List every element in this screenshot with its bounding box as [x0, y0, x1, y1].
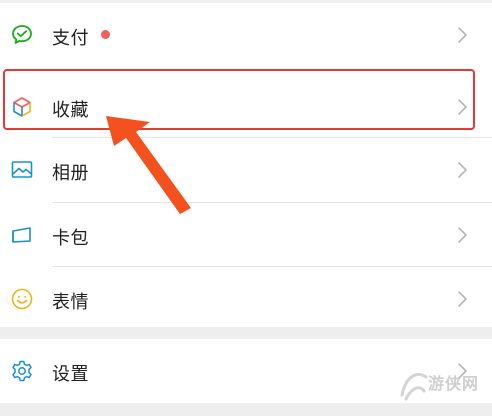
watermark-text: 游侠网 — [428, 374, 480, 393]
pointer-arrow-annotation — [106, 116, 191, 214]
